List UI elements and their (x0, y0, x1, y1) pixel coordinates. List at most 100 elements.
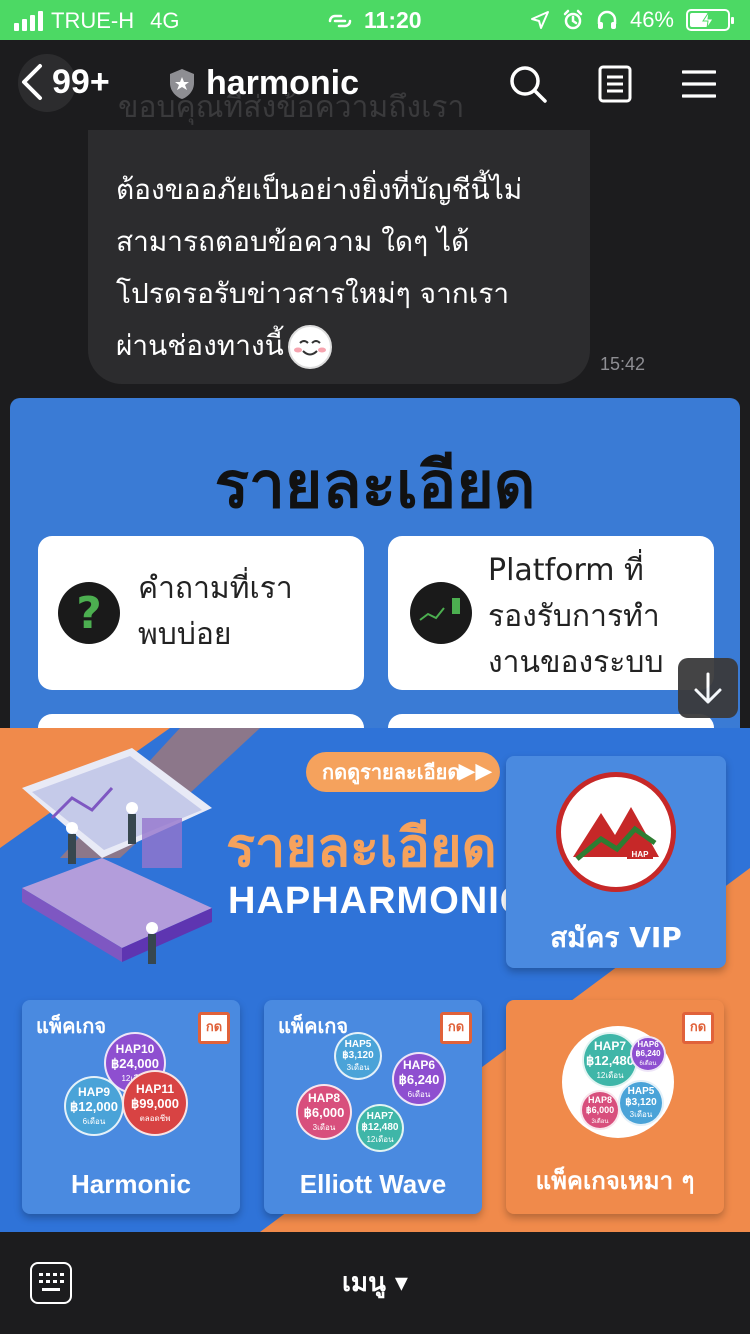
plan-duration: 3เดือน (629, 1109, 653, 1119)
message-line-last: ผ่านช่องทางนี้ (116, 320, 562, 372)
plan-bubble: HAP5 ฿3,120 3เดือน (334, 1032, 382, 1080)
plan-duration: 12เดือน (596, 1070, 624, 1080)
plan-duration: 6เดือน (407, 1089, 431, 1099)
rich-card-button-partial[interactable] (388, 714, 714, 728)
headphones-icon (597, 10, 617, 29)
plan-code: HAP7 (593, 1038, 626, 1053)
faq-label-line1: คำถามที่เรา (138, 571, 293, 606)
header-actions (508, 64, 716, 104)
platform-button[interactable]: Platform ที่ รองรับการทำ งานของระบบ (388, 536, 714, 690)
package-bundle-tile[interactable]: กด HAP7 ฿12,480 12เดือน HAP6 ฿6,240 6เดื… (506, 1000, 724, 1214)
tap-badge: กด (440, 1012, 472, 1044)
alarm-icon (563, 9, 583, 30)
chat-title: harmonic (206, 64, 360, 102)
arrow-down-icon (694, 672, 722, 704)
plan-price: ฿3,120 (342, 1049, 374, 1061)
plan-duration: ตลอดชีพ (139, 1113, 171, 1123)
vip-signup-tile[interactable]: HAP สมัคร VIP (506, 756, 726, 968)
double-arrow-right-icon: ▶▶ (458, 759, 493, 784)
platform-label-line1: Platform ที่ (488, 553, 644, 588)
isometric-laptop-illustration (22, 748, 212, 964)
plan-duration: 3เดือน (312, 1122, 336, 1132)
plan-price: ฿12,480 (361, 1121, 399, 1133)
rich-card-title: รายละเอียด (214, 449, 536, 523)
plan-price: ฿99,000 (130, 1095, 180, 1111)
plan-code: HAP8 (587, 1094, 612, 1105)
plan-bubble: HAP6 ฿6,240 6เดือน (630, 1036, 666, 1072)
plan-code: HAP6 (637, 1040, 659, 1049)
rich-menu-toggle[interactable]: เมนู ▾ (0, 1262, 750, 1303)
package-harmonic-tile[interactable]: แพ็คเกจ กด HAP10 ฿24,000 12เดือน HAP9 ฿1… (22, 1000, 240, 1214)
plan-price: ฿12,480 (585, 1052, 635, 1068)
unread-count: 99+ (52, 62, 110, 101)
status-right: 46% (530, 7, 734, 33)
plan-bubble: HAP5 ฿3,120 3เดือน (618, 1080, 664, 1126)
platform-label-line2: รองรับการทำ (488, 599, 660, 634)
plan-code: HAP5 (344, 1038, 372, 1050)
location-icon (530, 11, 549, 29)
shield-star-icon (170, 68, 194, 99)
search-icon[interactable] (508, 64, 548, 104)
plan-bubble: HAP9 ฿12,000 6เดือน (64, 1076, 124, 1136)
chat-header: ขอบคุณที่ส่งข้อความถึงเรา 99+ harmonic (0, 40, 750, 130)
faq-button[interactable]: ? คำถามที่เรา พบบ่อย (38, 536, 364, 690)
tap-badge: กด (682, 1012, 714, 1044)
network-label: 4G (150, 8, 180, 33)
chevron-left-icon (22, 64, 42, 100)
plan-bubble: HAP11 ฿99,000 ตลอดชีพ (122, 1070, 188, 1136)
tap-badge: กด (198, 1012, 230, 1044)
platform-chart-icon (410, 582, 472, 644)
smile-sticker-icon (287, 325, 332, 369)
message-line: สามารถตอบข้อความ ใดๆ ได้ (116, 225, 470, 258)
hap-logo-icon: HAP (556, 772, 676, 892)
message-timestamp: 15:42 (600, 354, 646, 374)
rich-menu[interactable]: กดดูรายละเอียด ▶▶ รายละเอียด HAPHARMONIC… (0, 728, 750, 1232)
svg-text:?: ? (76, 588, 102, 639)
notes-icon[interactable] (598, 65, 632, 103)
signal-icon (14, 11, 43, 31)
view-details-button[interactable]: กดดูรายละเอียด ▶▶ (306, 752, 501, 792)
plan-price: ฿3,120 (625, 1096, 657, 1108)
vip-label: สมัคร VIP (550, 921, 682, 954)
menu-icon[interactable] (682, 69, 716, 99)
question-icon: ? (58, 582, 120, 644)
plan-price: ฿6,240 (635, 1049, 661, 1058)
back-button[interactable]: 99+ (18, 46, 110, 118)
package-elliott-wave-tile[interactable]: แพ็คเกจ กด HAP5 ฿3,120 3เดือน HAP6 ฿6,24… (264, 1000, 482, 1214)
package-name: แพ็คเกจเหมา ๆ (535, 1167, 695, 1195)
package-name: Elliott Wave (299, 1169, 447, 1199)
battery-icon (686, 9, 734, 31)
plan-bubble: HAP7 ฿12,480 12เดือน (582, 1032, 638, 1088)
chat-area[interactable]: ต้องขออภัยเป็นอย่างยิ่งที่บัญชีนี้ไม่ สา… (0, 130, 750, 728)
status-center: 11:20 (326, 7, 422, 34)
plan-bubble: HAP7 ฿12,480 12เดือน (356, 1104, 404, 1152)
bottom-bar: เมนู ▾ (0, 1232, 750, 1334)
clock: 11:20 (364, 7, 422, 33)
scroll-to-bottom-button[interactable] (678, 658, 738, 718)
view-details-label: กดดูรายละเอียด (322, 760, 461, 784)
rich-message-card[interactable]: รายละเอียด ? คำถามที่เรา พบบ่อย Platform… (10, 398, 740, 728)
plan-code: HAP10 (115, 1041, 155, 1056)
plan-bubble: HAP6 ฿6,240 6เดือน (392, 1052, 446, 1106)
banner-subtitle: HAPHARMONIC (228, 880, 529, 922)
status-left: TRUE-H 4G (14, 8, 179, 34)
package-label: แพ็คเกจ (278, 1014, 349, 1038)
rich-card-button-partial[interactable] (38, 714, 364, 728)
package-label: แพ็คเกจ (36, 1014, 107, 1038)
plan-code: HAP6 (402, 1057, 435, 1072)
battery-percent: 46% (629, 7, 674, 32)
plan-code: HAP7 (366, 1110, 394, 1122)
plan-code: HAP5 (627, 1085, 655, 1097)
message-bubble[interactable]: ต้องขออภัยเป็นอย่างยิ่งที่บัญชีนี้ไม่ สา… (88, 130, 590, 384)
plan-duration: 12เดือน (366, 1134, 394, 1144)
plan-duration: 3เดือน (591, 1118, 609, 1125)
plan-duration: 3เดือน (346, 1062, 370, 1072)
hap-logo-text: HAP (632, 850, 650, 859)
platform-label-line3: งานของระบบ (488, 645, 664, 680)
plan-price: ฿6,000 (303, 1104, 345, 1120)
message-line: ผ่านช่องทางนี้ (116, 329, 284, 362)
plan-code: HAP9 (77, 1084, 110, 1099)
message-line: ต้องขออภัยเป็นอย่างยิ่งที่บัญชีนี้ไม่ (116, 173, 523, 206)
faq-label-line2: พบบ่อย (138, 617, 232, 652)
chat-title-wrap[interactable]: harmonic (168, 64, 359, 103)
